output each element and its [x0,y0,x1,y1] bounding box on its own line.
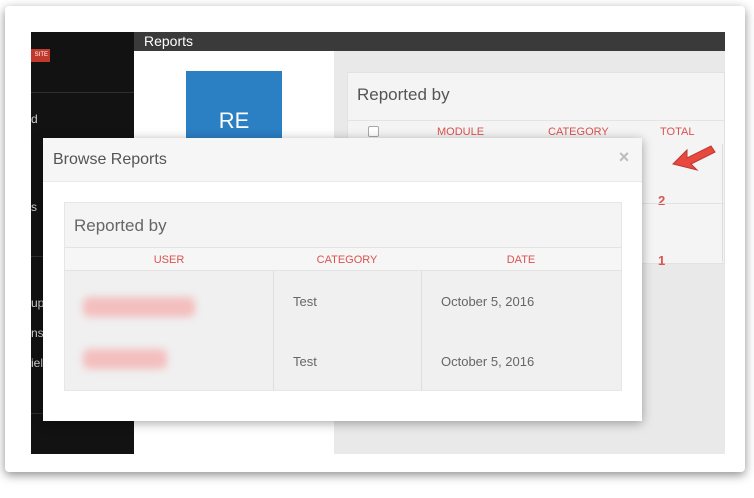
close-icon[interactable]: × [614,147,634,167]
row-category: Test [293,354,317,369]
screenshot-frame: SITE d s ups ns ield Reports RE Reported… [5,6,745,472]
site-badge: SITE [31,49,50,62]
card-edge-line [722,144,723,262]
red-arrow-icon [672,145,716,171]
total-count[interactable]: 1 [658,253,665,268]
card-title: Reported by [357,85,450,104]
row-date: October 5, 2016 [441,354,535,369]
redacted-user-name[interactable] [83,349,167,369]
column-divider [421,271,422,390]
checkbox-icon[interactable] [368,126,379,137]
table-header: USER CATEGORY DATE [65,247,621,271]
row-category: Test [293,294,317,309]
column-header-total[interactable]: TOTAL [660,126,694,138]
total-count[interactable]: 2 [658,193,665,208]
modal-header: Browse Reports × [43,138,642,182]
row-date: October 5, 2016 [441,294,535,309]
redacted-user-name[interactable] [83,297,195,317]
sidebar-item-1[interactable]: d [31,112,38,126]
card-divider [348,120,725,121]
page-title: Reports [144,33,194,49]
column-header-category[interactable]: CATEGORY [548,126,609,138]
sidebar-divider [31,92,134,93]
sidebar-item-2[interactable]: s [31,200,37,214]
modal-title: Browse Reports [53,151,167,168]
section-title: Reported by [74,216,167,235]
column-header-module[interactable]: MODULE [437,126,484,138]
column-header-date[interactable]: DATE [421,254,621,266]
browse-reports-modal: Browse Reports × Reported by USER CATEGO… [43,138,642,421]
reported-by-section: Reported by USER CATEGORY DATE Test Octo… [64,202,622,391]
column-header-user[interactable]: USER [65,254,273,266]
top-header: Reports [134,32,725,51]
column-divider [273,271,274,390]
column-header-category[interactable]: CATEGORY [273,254,421,266]
table-body: Test October 5, 2016 Test October 5, 201… [65,271,621,390]
sidebar-item-4[interactable]: ns [31,326,44,340]
